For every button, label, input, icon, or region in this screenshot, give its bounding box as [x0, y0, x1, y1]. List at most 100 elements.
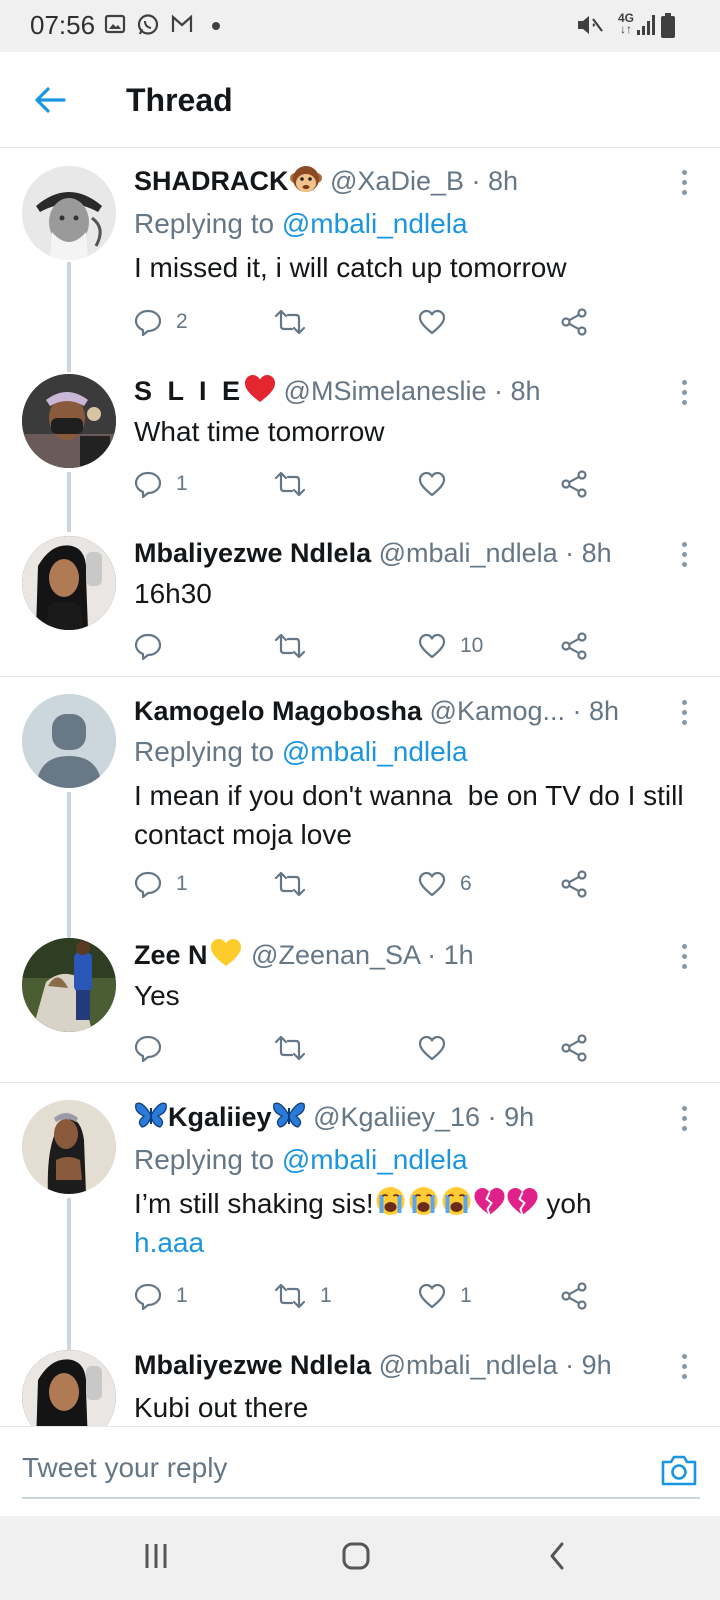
page-title: Thread — [126, 82, 233, 118]
loudly-crying-face-icon — [442, 1187, 471, 1215]
tweet[interactable]: Zee N @Zeenan_SA · 1h Yes — [0, 938, 720, 1078]
more-options-icon[interactable] — [680, 380, 688, 410]
like-button[interactable] — [418, 464, 460, 504]
avatar[interactable] — [22, 1100, 116, 1194]
reply-button[interactable]: 1 — [134, 464, 188, 504]
reply-button[interactable]: 1 — [134, 864, 188, 904]
broken-heart-icon — [474, 1188, 505, 1216]
author-name[interactable]: SHADRACK — [134, 166, 289, 196]
like-button[interactable]: 10 — [418, 626, 483, 666]
retweet-button[interactable] — [274, 302, 320, 342]
more-options-icon[interactable] — [680, 944, 688, 974]
author-name[interactable]: S L I E — [134, 376, 244, 406]
tweet-time: · 8h — [565, 538, 612, 568]
reply-button[interactable] — [134, 1028, 176, 1068]
loudly-crying-face-icon — [376, 1187, 405, 1215]
tweet-text: Kubi out there — [134, 1392, 309, 1423]
reply-count: 1 — [176, 872, 188, 895]
avatar[interactable] — [22, 536, 116, 630]
avatar[interactable] — [22, 1350, 116, 1426]
4g-icon: 4G ↓↑ — [618, 11, 635, 36]
tweet-time: · 8h — [471, 166, 519, 196]
like-count: 1 — [460, 1284, 472, 1307]
like-button[interactable]: 6 — [418, 864, 472, 904]
tweet-reply-input[interactable] — [22, 1439, 700, 1499]
avatar[interactable] — [22, 374, 116, 468]
tweet-text-block: I’m still shaking sis! yoh h.aaa — [134, 1184, 694, 1262]
retweet-count: 1 — [320, 1284, 332, 1307]
more-options-icon[interactable] — [680, 1354, 688, 1384]
reply-button[interactable]: 1 — [134, 1276, 188, 1316]
share-button[interactable] — [560, 864, 588, 904]
tweet-actions: 2 — [134, 302, 614, 342]
like-button[interactable] — [418, 1028, 460, 1068]
retweet-icon — [274, 309, 306, 335]
share-button[interactable] — [560, 302, 588, 342]
tweet-text: I missed it, i will catch up tomorrow — [134, 252, 567, 283]
share-button[interactable] — [560, 1028, 588, 1068]
author-handle: @Kgaliiey_16 — [313, 1102, 481, 1132]
mention-link[interactable]: @mbali_ndlela — [282, 208, 468, 239]
author-name[interactable]: Kgaliiey — [168, 1102, 272, 1132]
tweet-header: Mbaliyezwe Ndlela @mbali_ndlela · 8h — [134, 536, 612, 570]
reply-count: 2 — [176, 310, 188, 333]
system-nav-bar — [0, 1516, 720, 1600]
retweet-button[interactable] — [274, 1028, 320, 1068]
back-icon[interactable] — [542, 1540, 574, 1572]
tweet-actions — [134, 1028, 614, 1068]
reply-icon — [134, 471, 162, 498]
whatsapp-icon — [137, 14, 159, 35]
red-heart-icon — [245, 375, 276, 402]
reply-button[interactable]: 2 — [134, 302, 188, 342]
share-button[interactable] — [560, 464, 588, 504]
author-handle: @MSimelaneslie — [283, 376, 487, 406]
replying-prefix: Replying to — [134, 1144, 275, 1175]
tweet[interactable]: Kamogelo Magobosha @Kamog... · 8h Replyi… — [0, 678, 720, 938]
more-options-icon[interactable] — [680, 170, 688, 200]
author-name[interactable]: Mbaliyezwe Ndlela — [134, 538, 371, 568]
reply-button[interactable] — [134, 626, 176, 666]
like-button[interactable]: 1 — [418, 1276, 472, 1316]
share-button[interactable] — [560, 1276, 588, 1316]
retweet-icon — [274, 471, 306, 497]
tweet-text: What time tomorrow — [134, 416, 385, 447]
author-name[interactable]: Kamogelo Magobosha — [134, 696, 422, 726]
retweet-button[interactable]: 1 — [274, 1276, 332, 1316]
avatar[interactable] — [22, 166, 116, 260]
more-options-icon[interactable] — [680, 700, 688, 730]
tweet-time: · 8h — [572, 696, 620, 726]
tweet[interactable]: Mbaliyezwe Ndlela @mbali_ndlela · 9h Kub… — [0, 1348, 720, 1426]
retweet-button[interactable] — [274, 464, 320, 504]
recent-apps-icon[interactable] — [140, 1540, 172, 1572]
like-button[interactable] — [418, 302, 460, 342]
loudly-crying-face-icon — [409, 1187, 438, 1215]
tweet[interactable]: S L I E @MSimelaneslie · 8h What time to… — [0, 358, 720, 532]
camera-icon[interactable] — [660, 1453, 698, 1487]
mention-link[interactable]: @mbali_ndlela — [282, 1144, 468, 1175]
tweet-link[interactable]: h.aaa — [134, 1227, 204, 1258]
yellow-heart-icon — [210, 939, 241, 966]
author-name[interactable]: Zee N — [134, 940, 208, 970]
thread-line — [67, 1198, 71, 1368]
mention-link[interactable]: @mbali_ndlela — [282, 736, 468, 767]
avatar-image — [22, 1350, 116, 1426]
more-options-icon[interactable] — [680, 542, 688, 572]
avatar-image — [22, 374, 116, 468]
tweet[interactable]: Kgaliiey @Kgaliiey_16 · 9h Replying to @… — [0, 1084, 720, 1368]
reply-icon — [134, 309, 162, 336]
arrow-left-icon[interactable] — [30, 80, 70, 120]
tweet[interactable]: Mbaliyezwe Ndlela @mbali_ndlela · 8h 16h… — [0, 520, 720, 675]
share-button[interactable] — [560, 626, 588, 666]
avatar[interactable] — [22, 938, 116, 1032]
thread-feed[interactable]: SHADRACK @XaDie_B · 8h Replying to @mbal… — [0, 148, 720, 1426]
retweet-button[interactable] — [274, 626, 320, 666]
more-options-icon[interactable] — [680, 1106, 688, 1136]
author-name[interactable]: Mbaliyezwe Ndlela — [134, 1350, 371, 1380]
retweet-button[interactable] — [274, 864, 320, 904]
reply-icon — [134, 871, 162, 898]
author-handle: @Zeenan_SA — [251, 940, 420, 970]
tweet[interactable]: SHADRACK @XaDie_B · 8h Replying to @mbal… — [0, 148, 720, 372]
avatar[interactable] — [22, 694, 116, 788]
home-icon[interactable] — [340, 1540, 372, 1572]
tweet-text: I’m still shaking sis! — [134, 1188, 374, 1219]
